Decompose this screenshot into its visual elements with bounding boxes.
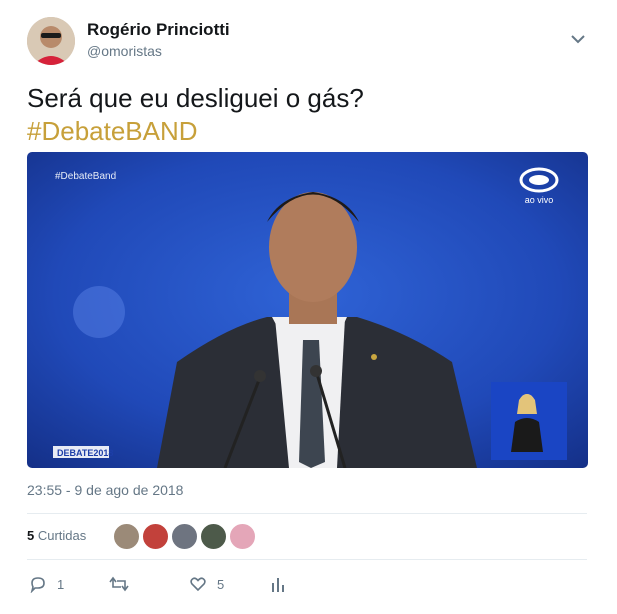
display-name[interactable]: Rogério Princiotti [87,20,230,40]
chevron-down-icon[interactable] [569,32,587,46]
analytics-button[interactable] [270,573,296,595]
likes-label: Curtidas [37,528,87,543]
analytics-icon [272,578,284,592]
retweet-button[interactable] [109,573,139,595]
likes-count: 5 [27,528,35,543]
channel-caption: ao vivo [525,195,554,205]
tweet-timestamp[interactable]: 23:55 - 9 de ago de 2018 [27,482,183,498]
like-button[interactable]: 5 [189,573,224,595]
tweet-body: Será que eu desliguei o gás? [27,83,364,113]
tweet-actions: 1 5 [27,573,587,595]
liker-avatar[interactable] [229,523,256,550]
liker-avatar[interactable] [171,523,198,550]
heart-icon [190,577,206,592]
retweet-icon [109,576,129,592]
likes-summary[interactable]: 5 Curtidas [27,528,86,543]
reply-count: 1 [57,576,65,592]
reply-icon [30,577,45,593]
avatar[interactable] [27,17,75,65]
user-handle[interactable]: @omoristas [87,43,162,59]
debate-badge: DEBATE2018 [57,448,113,458]
liker-avatar[interactable] [113,523,140,550]
liker-avatar[interactable] [142,523,169,550]
reply-button[interactable]: 1 [29,573,64,595]
divider [27,559,587,560]
like-count: 5 [217,576,225,592]
tweet-text: Será que eu desliguei o gás? #DebateBAND [27,82,364,148]
tweet-media-image[interactable]: #DebateBand ao vivo DEBATE2018 [27,152,588,468]
divider [27,513,587,514]
tweet-card: Rogério Princiotti @omoristas Será que e… [0,0,617,614]
media-overlay-tag: #DebateBand [55,171,116,182]
liker-avatar[interactable] [200,523,227,550]
hashtag-link[interactable]: #DebateBAND [27,115,364,148]
